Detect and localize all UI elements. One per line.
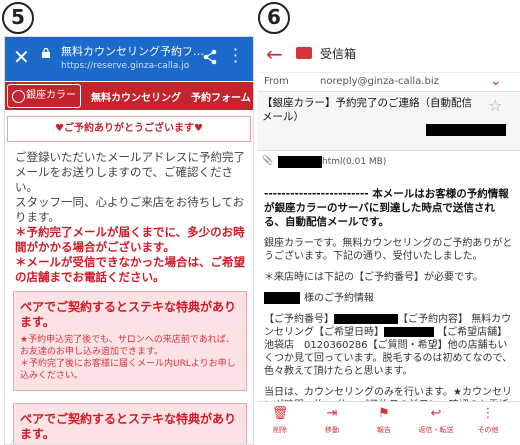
report-icon: ⚑ [378,406,390,421]
pair-benefit-box-2: ペアでご契約するとステキな特典があります。 [13,403,247,444]
browser-page-title: 無料カウンセリング予約フ… [61,45,204,58]
move-button[interactable]: ⇥ 移動 [312,406,352,435]
from-address: noreply@ginza-calla.biz [320,76,439,87]
menu-dots-icon[interactable]: · · · [233,42,238,70]
email-subject: 【銀座カラー】予約完了のご連絡（自動配信メール） [262,97,472,123]
auto-mail-notice: ------------------------ 本メールはお客様の予約情報が銀… [264,188,509,228]
intro-line-1: ご登録いただいたメールアドレスに予約完了メールをお送りしますので、ご確認ください… [15,150,245,194]
trash-icon: 🗑 [271,406,289,421]
lock-icon [42,48,50,58]
redacted-inline [384,327,434,337]
redacted-inline [334,314,398,324]
browser-address-bar: ✕ 無料カウンセリング予約フ… https://reserve.ginza-ca… [5,37,253,81]
body-para-2: ＊来店時には下記の【ご予約番号】が必要です。 [264,272,483,283]
body-para-4: 【ご予約番号】 【ご予約内容】 無料カウンセリング【ご希望日時】 【ご希望店舗】 … [264,314,513,377]
site-logo[interactable]: 銀座カラー [7,84,81,108]
report-button[interactable]: ⚑ 報告 [364,406,404,435]
more-dots-icon: ⋮ [481,406,495,421]
benefit-line-2: ＊予約完了後にお客様に届くメール内URLよりお申し込みください。 [20,359,236,381]
redacted-block [278,156,322,168]
redacted-block [264,292,300,304]
star-icon[interactable]: ☆ [488,96,502,115]
confirmation-text: ご登録いただいたメールアドレスに予約完了メールをお送りしますので、ご確認ください… [5,142,253,285]
reply-forward-button[interactable]: ↩ 返信・転送 [416,406,456,435]
warning-line-1: ＊予約完了メールが届くまでに、多少のお時間がかかる場合がございます。 [15,225,245,254]
back-arrow-icon[interactable]: ← [266,42,283,66]
from-label: From [264,76,289,87]
intro-line-2: スタッフ一同、心よりご来店をお待ちしております。 [15,195,245,224]
benefit-title: ペアでご契約するとステキな特典があります。 [20,300,237,329]
step-number-5: 5 [2,2,34,34]
move-icon: ⇥ [326,406,338,421]
left-screen-reservation-complete: ✕ 無料カウンセリング予約フ… https://reserve.ginza-ca… [4,36,254,445]
redacted-block [426,124,506,136]
mail-header: ← 受信箱 [258,36,520,73]
email-toolbar: 🗑 削除 ⇥ 移動 ⚑ 報告 ↩ 返信・転送 ⋮ その他 [258,401,520,443]
chevron-down-icon[interactable]: ⌄ [490,73,502,89]
body-para-1: 銀座カラーです。無料カウンセリングのご予約ありがとうございます。下記の通り、受付… [264,238,513,262]
logo-circle-icon [12,90,25,103]
site-nav: 銀座カラー 無料カウンセリング 予約フォーム [5,81,253,110]
reply-icon: ↩ [430,406,442,421]
attachment-row[interactable]: 📎 html(0.01 MB) [258,151,520,173]
warning-line-2: ＊メールが受信できなかった場合は、ご希望の店舗までお電話ください。 [15,255,245,284]
benefit-line-1: ★予約申込完了後でも、サロンへの来店前であれば、お友達のお申し込み追加できます。 [20,335,235,357]
close-icon[interactable]: ✕ [13,45,30,69]
delete-button[interactable]: 🗑 削除 [260,406,300,435]
paperclip-icon: 📎 [262,156,274,166]
body-para-3: 様のご予約情報 [264,292,514,305]
nav-reservation-form[interactable]: 予約フォーム [191,89,251,104]
from-row: From noreply@ginza-calla.biz ⌄ [258,73,520,91]
browser-url[interactable]: https://reserve.ginza-calla.jo [61,61,189,71]
benefit-title-2: ペアでご契約するとステキな特典があります。 [20,412,237,441]
nav-free-counseling[interactable]: 無料カウンセリング [91,89,181,104]
share-icon[interactable] [203,49,217,65]
email-body: ------------------------ 本メールはお客様の予約情報が銀… [258,173,520,425]
pair-benefit-box-1: ペアでご契約するとステキな特典があります。 ★予約申込完了後でも、サロンへの来店… [13,291,247,391]
step-number-6: 6 [258,2,290,34]
thanks-banner: ♥ご予約ありがとうございます♥ [7,116,251,142]
subject-row: 【銀座カラー】予約完了のご連絡（自動配信メール） ☆ [258,91,520,151]
more-button[interactable]: ⋮ その他 [468,406,508,435]
right-screen-email: ← 受信箱 From noreply@ginza-calla.biz ⌄ 【銀座… [258,36,520,443]
envelope-icon [296,47,312,59]
inbox-title: 受信箱 [320,47,357,61]
attachment-name: html(0.01 MB) [322,157,387,167]
